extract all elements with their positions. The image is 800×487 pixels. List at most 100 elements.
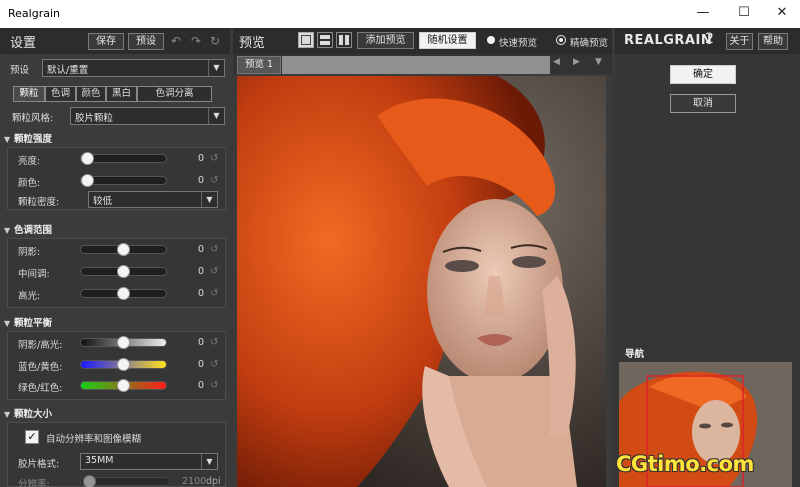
shadow-highlight-slider[interactable] <box>80 336 167 349</box>
split-horizontal-icon[interactable] <box>317 32 333 48</box>
tab-color[interactable]: 颜色 <box>76 86 106 102</box>
chevron-down-icon: ▼ <box>201 192 217 207</box>
preset-dropdown[interactable]: 默认/重置 ▼ <box>42 59 225 77</box>
grain-style-label: 颗粒风格: <box>12 113 54 124</box>
chevron-down-icon: ▼ <box>208 108 224 124</box>
slider-knob[interactable] <box>117 358 130 371</box>
right-header: REALGRAIN 2 关于 帮助 <box>615 28 800 54</box>
random-settings-button[interactable]: 随机设置 <box>419 32 476 49</box>
realgrain-logo: REALGRAIN <box>624 33 713 48</box>
section-title: 颗粒强度 <box>14 134 53 145</box>
preset-button[interactable]: 预设 <box>128 33 164 50</box>
right-panel: REALGRAIN 2 关于 帮助 确定 取消 导航 <box>615 28 800 487</box>
settings-header: 设置 保存 预设 ↶ ↷ ↻ <box>0 28 230 54</box>
brightness-value: 0 <box>197 153 204 164</box>
slider-knob[interactable] <box>117 265 130 278</box>
help-button[interactable]: 帮助 <box>758 33 788 50</box>
about-button[interactable]: 关于 <box>726 33 753 50</box>
shadow-slider[interactable] <box>80 243 167 256</box>
midtone-slider[interactable] <box>80 265 167 278</box>
tab-grain[interactable]: 颗粒 <box>13 86 45 102</box>
quick-preview-radio[interactable] <box>487 36 495 44</box>
window-title: Realgrain <box>8 7 60 20</box>
resolution-value: 2100 <box>182 476 207 487</box>
tab-list-chevron-icon[interactable]: ▼ <box>595 57 602 67</box>
close-button[interactable]: ✕ <box>765 0 799 28</box>
preview-tab-bar: 预览 1 ◀ ▶ ▼ <box>233 54 612 74</box>
reset-arrow-icon[interactable]: ↺ <box>210 360 221 370</box>
cancel-button[interactable]: 取消 <box>670 94 736 113</box>
undo-icon[interactable]: ↶ <box>168 33 184 49</box>
save-button[interactable]: 保存 <box>88 33 124 50</box>
shadow-highlight-value: 0 <box>197 337 204 348</box>
tab-tone[interactable]: 色调 <box>45 86 76 102</box>
redo-icon[interactable]: ↷ <box>188 33 204 49</box>
reset-arrow-icon[interactable]: ↺ <box>210 289 221 299</box>
brightness-slider[interactable] <box>80 152 167 165</box>
film-format-dropdown[interactable]: 35MM ▼ <box>80 453 218 470</box>
reset-arrow-icon[interactable]: ↺ <box>210 176 221 186</box>
slider-knob[interactable] <box>117 336 130 349</box>
tab-bw[interactable]: 黑白 <box>106 86 137 102</box>
realgrain-logo-version: 2 <box>705 31 714 47</box>
blue-yellow-value: 0 <box>197 359 204 370</box>
add-preview-button[interactable]: 添加预览 <box>357 32 414 49</box>
section-title: 色调范围 <box>14 225 53 236</box>
reset-arrow-icon[interactable]: ↺ <box>210 154 221 164</box>
tab-scroll-right-icon[interactable]: ▶ <box>573 57 580 67</box>
preset-row-label: 预设 <box>10 65 30 76</box>
reset-arrow-icon[interactable]: ↺ <box>210 267 221 277</box>
grain-style-value: 胶片颗粒 <box>75 113 114 124</box>
preview-title: 预览 <box>239 36 266 51</box>
slider-knob[interactable] <box>117 287 130 300</box>
precise-preview-label: 精确预览 <box>570 38 609 49</box>
section-title: 颗粒大小 <box>14 409 53 420</box>
section-grain-intensity[interactable]: ▼ 颗粒强度 <box>4 131 226 147</box>
green-red-label: 绿色/红色: <box>18 383 63 394</box>
slider-knob[interactable] <box>81 152 94 165</box>
precise-preview-radio[interactable] <box>556 35 566 45</box>
chevron-down-icon: ▼ <box>208 60 224 76</box>
film-format-label: 胶片格式: <box>18 459 60 470</box>
slider-knob[interactable] <box>117 379 130 392</box>
single-view-icon[interactable] <box>298 32 314 48</box>
chevron-down-icon: ▼ <box>201 454 217 469</box>
grain-style-dropdown[interactable]: 胶片颗粒 ▼ <box>70 107 225 125</box>
section-grain-size[interactable]: ▼ 颗粒大小 <box>4 406 226 422</box>
preview-panel: 预览 添加预览 随机设置 快速预览 精确预览 预览 1 ◀ ▶ ▼ <box>233 28 612 487</box>
reset-arrow-icon[interactable]: ↺ <box>210 245 221 255</box>
preview-image[interactable] <box>237 76 606 487</box>
minimize-button[interactable]: — <box>686 0 720 28</box>
green-red-slider[interactable] <box>80 379 167 392</box>
maximize-button[interactable]: ☐ <box>727 0 761 28</box>
section-grain-balance[interactable]: ▼ 颗粒平衡 <box>4 315 226 331</box>
resolution-label: 分辨率: <box>18 479 50 487</box>
tab-preview-1[interactable]: 预览 1 <box>237 56 281 74</box>
color-label: 颜色: <box>18 178 41 189</box>
tone-range-group: 阴影: 0 ↺ 中间调: 0 ↺ 高光: 0 ↺ <box>7 238 226 308</box>
tab-scroll-left-icon[interactable]: ◀ <box>553 57 560 67</box>
midtone-value: 0 <box>197 266 204 277</box>
split-vertical-icon[interactable] <box>336 32 352 48</box>
section-tone-range[interactable]: ▼ 色调范围 <box>4 222 226 238</box>
shadow-value: 0 <box>197 244 204 255</box>
color-value: 0 <box>197 175 204 186</box>
resolution-slider[interactable] <box>80 475 170 487</box>
slider-knob[interactable] <box>117 243 130 256</box>
color-slider[interactable] <box>80 174 167 187</box>
shadow-highlight-label: 阴影/高光: <box>18 340 63 351</box>
reset-arrow-icon[interactable]: ↺ <box>210 338 221 348</box>
resolution-unit: dpi <box>206 476 221 487</box>
blue-yellow-slider[interactable] <box>80 358 167 371</box>
density-dropdown[interactable]: 较低 ▼ <box>88 191 218 208</box>
ok-button[interactable]: 确定 <box>670 65 736 84</box>
tab-toning[interactable]: 色调分离 <box>137 86 212 102</box>
watermark-text: CGtimo.com <box>616 452 754 476</box>
auto-resolution-checkbox[interactable]: ✓ <box>25 430 39 444</box>
reset-arrow-icon[interactable]: ↺ <box>210 381 221 391</box>
slider-knob[interactable] <box>83 475 96 487</box>
density-value: 较低 <box>93 196 113 207</box>
slider-knob[interactable] <box>81 174 94 187</box>
highlight-slider[interactable] <box>80 287 167 300</box>
reset-icon[interactable]: ↻ <box>207 33 223 49</box>
